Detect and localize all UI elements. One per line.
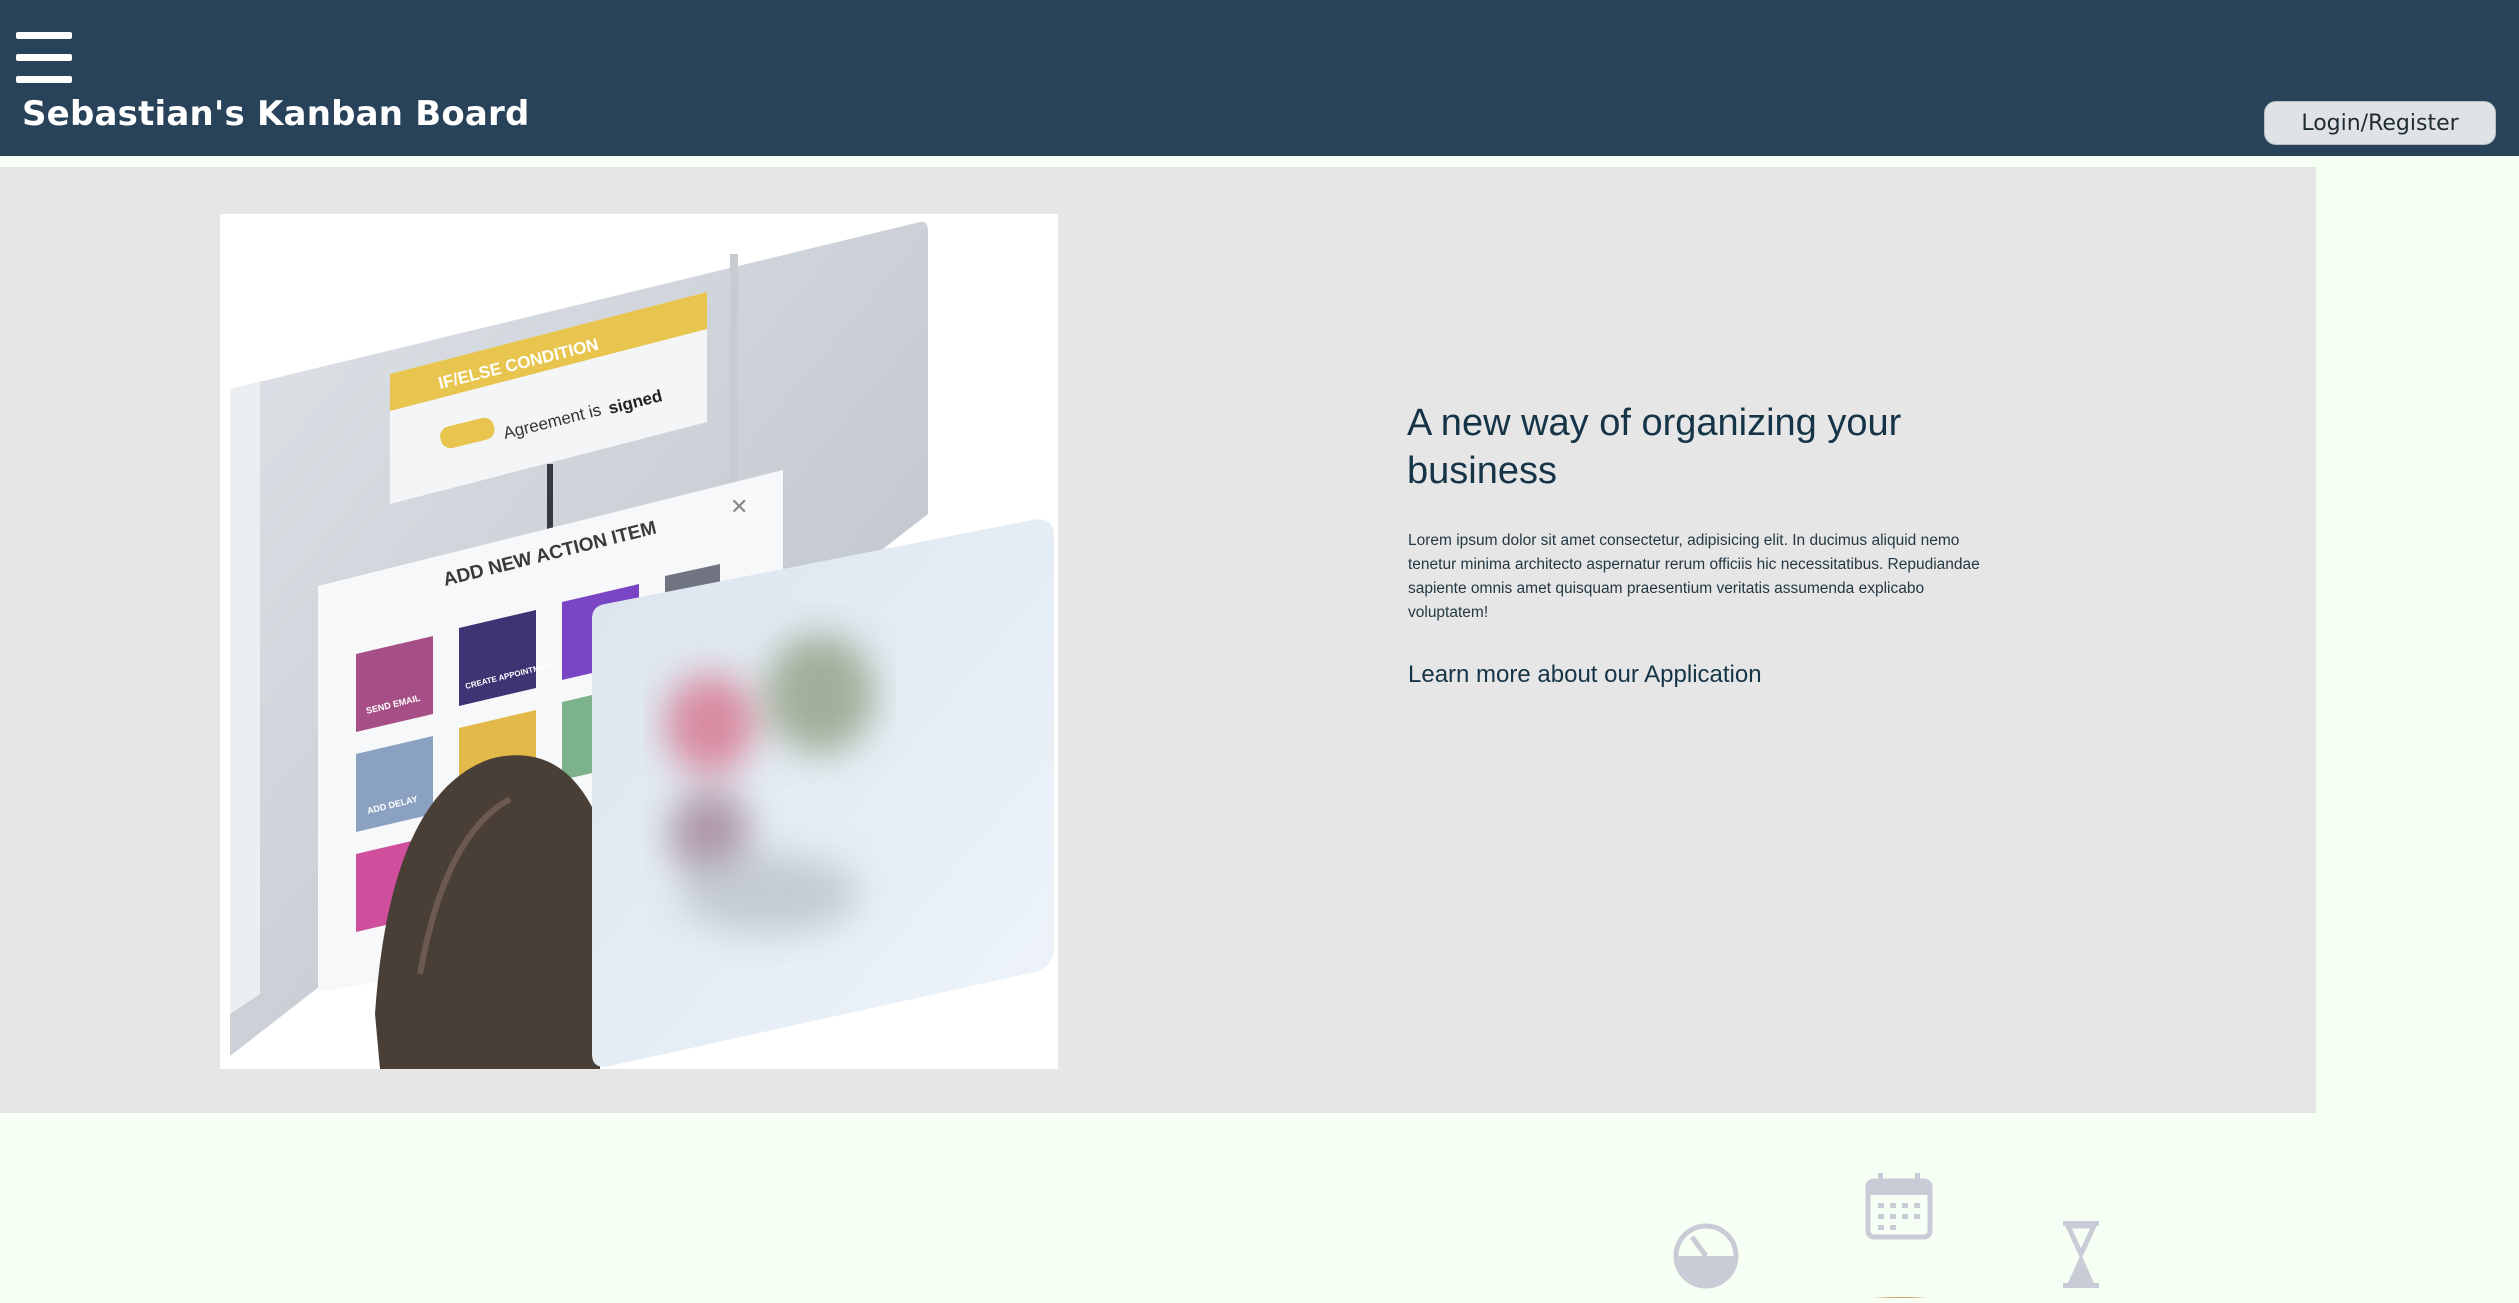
top-navbar: Sebastian's Kanban Board Login/Register: [0, 0, 2519, 156]
hero-illustration: IF/ELSE CONDITION Agreement is signed AD…: [220, 214, 1058, 1069]
calendar-icon: [1865, 1173, 1933, 1240]
login-register-button[interactable]: Login/Register: [2264, 101, 2496, 145]
brand-title[interactable]: Sebastian's Kanban Board: [22, 94, 530, 134]
hero-section: IF/ELSE CONDITION Agreement is signed AD…: [0, 167, 2316, 1113]
hamburger-menu-icon[interactable]: [16, 32, 72, 84]
svg-text:✕: ✕: [730, 495, 748, 520]
learn-more-link[interactable]: Learn more about our Application: [1408, 661, 1762, 689]
hero-description: Lorem ipsum dolor sit amet consectetur, …: [1408, 532, 1980, 621]
hero-headline: A new way of organizing your business: [1407, 402, 1902, 492]
features-icons-area: [0, 1113, 2519, 1303]
hourglass-icon: [2063, 1221, 2099, 1288]
gauge-icon: [1673, 1223, 1739, 1289]
